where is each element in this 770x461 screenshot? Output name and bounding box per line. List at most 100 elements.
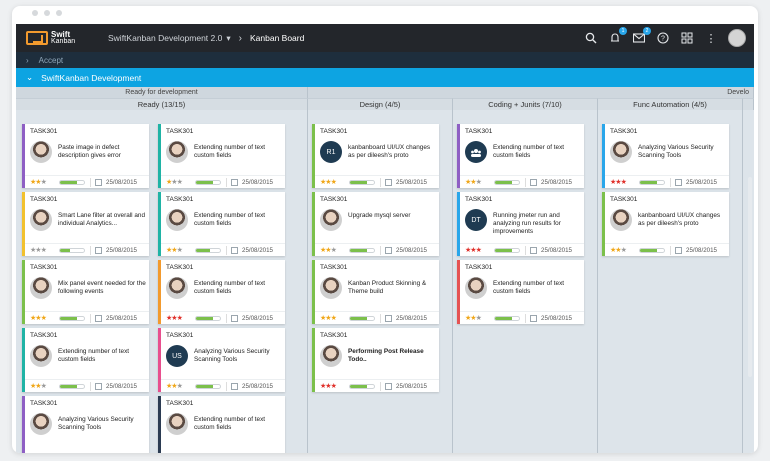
task-card[interactable]: TASK301 Upgrade mysql server ★★★ 25/08/2…	[312, 192, 439, 256]
priority-stars[interactable]: ★★★	[320, 314, 347, 322]
search-icon[interactable]	[584, 31, 598, 45]
task-title[interactable]: Extending number of text custom fields	[493, 144, 581, 160]
task-title[interactable]: Extending number of text custom fields	[194, 144, 282, 160]
task-id[interactable]: TASK301	[465, 196, 492, 203]
grid-icon[interactable]	[680, 31, 694, 45]
task-card[interactable]: TASK301 Extending number of text custom …	[158, 260, 285, 324]
task-id[interactable]: TASK301	[166, 196, 193, 203]
task-card[interactable]: TASK301 R1 kanbanboard UI/UX changes as …	[312, 124, 439, 188]
board-lane-header[interactable]: ⌄ SwiftKanban Development	[16, 68, 754, 87]
task-title[interactable]: Running jmeter run and analyzing run res…	[493, 212, 581, 236]
task-id[interactable]: TASK301	[610, 128, 637, 135]
assignee-initials[interactable]: DT	[465, 209, 487, 231]
task-card[interactable]: TASK301 Extending number of text custom …	[158, 192, 285, 256]
task-card[interactable]: TASK301 US Analyzing Various Security Sc…	[158, 328, 285, 392]
team-icon[interactable]	[465, 141, 487, 163]
task-title[interactable]: Extending number of text custom fields	[58, 348, 146, 364]
priority-stars[interactable]: ★★★	[166, 314, 193, 322]
column-header-design[interactable]: Design (4/5)	[308, 98, 453, 110]
task-card[interactable]: TASK301 Paste image in defect descriptio…	[22, 124, 149, 188]
task-id[interactable]: TASK301	[320, 128, 347, 135]
task-card[interactable]: TASK301 Extending number of text custom …	[457, 260, 584, 324]
task-card[interactable]: TASK301 Analyzing Various Security Scann…	[602, 124, 729, 188]
task-id[interactable]: TASK301	[465, 128, 492, 135]
task-card[interactable]: TASK301 Analyzing Various Security Scann…	[22, 396, 149, 453]
assignee-avatar[interactable]	[610, 209, 632, 231]
task-title[interactable]: Analyzing Various Security Scanning Tool…	[58, 416, 146, 432]
app-logo[interactable]: Swift Kanban	[26, 31, 90, 45]
help-icon[interactable]: ?	[656, 31, 670, 45]
project-selector[interactable]: SwiftKanban Development 2.0 ▾	[108, 33, 231, 44]
assignee-avatar[interactable]	[30, 345, 52, 367]
assignee-avatar[interactable]	[166, 209, 188, 231]
assignee-avatar[interactable]	[30, 209, 52, 231]
breadcrumb[interactable]: Kanban Board	[250, 33, 304, 43]
assignee-avatar[interactable]	[166, 277, 188, 299]
task-card[interactable]: TASK301 Extending number of text custom …	[158, 124, 285, 188]
task-card[interactable]: TASK301 Extending number of text custom …	[457, 124, 584, 188]
more-vertical-icon[interactable]: ⋮	[704, 31, 718, 45]
priority-stars[interactable]: ★★★	[320, 246, 347, 254]
priority-stars[interactable]: ★★★	[30, 246, 57, 254]
assignee-avatar[interactable]	[30, 277, 52, 299]
mail-icon[interactable]: 2	[632, 27, 651, 45]
assignee-avatar[interactable]	[320, 209, 342, 231]
priority-stars[interactable]: ★★★	[30, 314, 57, 322]
task-card[interactable]: TASK301 DT Running jmeter run and analyz…	[457, 192, 584, 256]
task-id[interactable]: TASK301	[610, 196, 637, 203]
task-card[interactable]: TASK301 Performing Post Release Todo.. ★…	[312, 328, 439, 392]
bell-icon[interactable]: 1	[608, 27, 627, 45]
task-id[interactable]: TASK301	[166, 128, 193, 135]
task-title[interactable]: Extending number of text custom fields	[194, 280, 282, 296]
task-title[interactable]: Performing Post Release Todo..	[348, 348, 436, 364]
task-card[interactable]: TASK301 Extending number of text custom …	[158, 396, 285, 453]
assignee-avatar[interactable]	[166, 413, 188, 435]
task-title[interactable]: Mix panel event needed for the following…	[58, 280, 146, 296]
task-title[interactable]: kanbanboard UI/UX changes as per dileesh…	[348, 144, 436, 160]
task-id[interactable]: TASK301	[30, 196, 57, 203]
accept-lane-header[interactable]: › Accept	[16, 52, 754, 68]
task-card[interactable]: TASK301 Mix panel event needed for the f…	[22, 260, 149, 324]
assignee-avatar[interactable]	[30, 413, 52, 435]
task-id[interactable]: TASK301	[30, 400, 57, 407]
user-avatar[interactable]	[728, 29, 746, 47]
vertical-scrollbar[interactable]	[748, 177, 752, 377]
column-header-coding[interactable]: Coding + Junits (7/10)	[453, 98, 598, 110]
assignee-initials[interactable]: US	[166, 345, 188, 367]
priority-stars[interactable]: ★★★	[30, 178, 57, 186]
task-title[interactable]: Extending number of text custom fields	[194, 416, 282, 432]
task-id[interactable]: TASK301	[166, 264, 193, 271]
task-title[interactable]: Paste image in defect description gives …	[58, 144, 146, 160]
assignee-initials[interactable]: R1	[320, 141, 342, 163]
task-id[interactable]: TASK301	[320, 332, 347, 339]
priority-stars[interactable]: ★★★	[610, 246, 637, 254]
priority-stars[interactable]: ★★★	[320, 382, 347, 390]
priority-stars[interactable]: ★★★	[320, 178, 347, 186]
assignee-avatar[interactable]	[320, 345, 342, 367]
assignee-avatar[interactable]	[610, 141, 632, 163]
task-card[interactable]: TASK301 Kanban Product Skinning & Theme …	[312, 260, 439, 324]
task-id[interactable]: TASK301	[30, 264, 57, 271]
task-id[interactable]: TASK301	[320, 196, 347, 203]
priority-stars[interactable]: ★★★	[465, 314, 492, 322]
task-id[interactable]: TASK301	[465, 264, 492, 271]
priority-stars[interactable]: ★★★	[166, 246, 193, 254]
priority-stars[interactable]: ★★★	[610, 178, 637, 186]
task-id[interactable]: TASK301	[30, 128, 57, 135]
task-id[interactable]: TASK301	[166, 332, 193, 339]
task-card[interactable]: TASK301 kanbanboard UI/UX changes as per…	[602, 192, 729, 256]
priority-stars[interactable]: ★★★	[166, 178, 193, 186]
priority-stars[interactable]: ★★★	[465, 246, 492, 254]
assignee-avatar[interactable]	[30, 141, 52, 163]
assignee-avatar[interactable]	[320, 277, 342, 299]
priority-stars[interactable]: ★★★	[166, 382, 193, 390]
task-card[interactable]: TASK301 Extending number of text custom …	[22, 328, 149, 392]
task-card[interactable]: TASK301 Smart Lane filter at overall and…	[22, 192, 149, 256]
task-title[interactable]: Extending number of text custom fields	[194, 212, 282, 228]
task-title[interactable]: Extending number of text custom fields	[493, 280, 581, 296]
task-title[interactable]: Analyzing Various Security Scanning Tool…	[194, 348, 282, 364]
priority-stars[interactable]: ★★★	[30, 382, 57, 390]
column-header-ready[interactable]: Ready (13/15)	[16, 98, 308, 110]
task-id[interactable]: TASK301	[320, 264, 347, 271]
task-title[interactable]: Analyzing Various Security Scanning Tool…	[638, 144, 726, 160]
